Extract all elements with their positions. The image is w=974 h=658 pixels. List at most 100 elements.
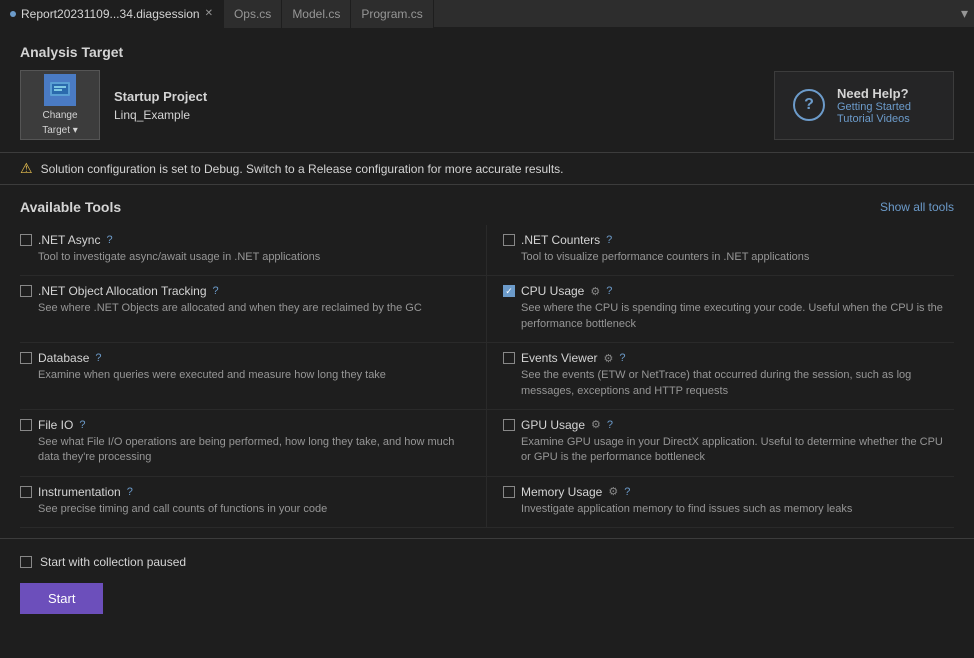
tool-help-icon-memory-usage[interactable]: ? [624, 486, 630, 498]
tool-item-gpu-usage: GPU Usage ⚙ ? Examine GPU usage in your … [487, 410, 954, 477]
tab-model[interactable]: Model.cs [282, 0, 351, 28]
tool-gear-icon[interactable]: ⚙ [590, 285, 600, 298]
tool-desc-events-viewer: See the events (ETW or NetTrace) that oc… [503, 368, 944, 399]
tool-desc-net-async: Tool to investigate async/await usage in… [20, 250, 466, 265]
tab-program-label: Program.cs [361, 7, 422, 21]
tool-desc-net-counters: Tool to visualize performance counters i… [503, 250, 944, 265]
tutorial-videos-link[interactable]: Tutorial Videos [837, 113, 911, 125]
tool-help-icon-net-counters[interactable]: ? [606, 234, 612, 246]
tool-item-net-async: .NET Async ? Tool to investigate async/a… [20, 225, 487, 276]
tool-name-row: Database ? [20, 351, 466, 365]
tool-name-row: .NET Async ? [20, 233, 466, 247]
tool-item-cpu-usage: CPU Usage ⚙ ? See where the CPU is spend… [487, 276, 954, 343]
getting-started-link[interactable]: Getting Started [837, 101, 911, 113]
tools-grid: .NET Async ? Tool to investigate async/a… [0, 225, 974, 528]
tool-desc-instrumentation: See precise timing and call counts of fu… [20, 502, 466, 517]
tool-name-file-io: File IO [38, 418, 73, 432]
tool-help-icon-net-object-alloc[interactable]: ? [213, 285, 219, 297]
tool-help-icon-events-viewer[interactable]: ? [619, 352, 625, 364]
tool-checkbox-database[interactable] [20, 352, 32, 364]
warning-bar: ⚠ Solution configuration is set to Debug… [0, 152, 974, 185]
pause-label: Start with collection paused [40, 555, 186, 569]
tool-help-icon-gpu-usage[interactable]: ? [607, 419, 613, 431]
tool-name-gpu-usage: GPU Usage [521, 418, 585, 432]
tool-item-memory-usage: Memory Usage ⚙ ? Investigate application… [487, 477, 954, 528]
tool-checkbox-cpu-usage[interactable] [503, 285, 515, 297]
tool-desc-gpu-usage: Examine GPU usage in your DirectX applic… [503, 435, 944, 466]
tool-name-events-viewer: Events Viewer [521, 351, 597, 365]
tool-name-row: Memory Usage ⚙ ? [503, 485, 944, 499]
target-label: Target ▾ [42, 125, 78, 136]
tool-checkbox-instrumentation[interactable] [20, 486, 32, 498]
tool-name-row: CPU Usage ⚙ ? [503, 284, 944, 298]
startup-project-label: Startup Project [114, 89, 207, 104]
tool-help-icon-instrumentation[interactable]: ? [127, 486, 133, 498]
startup-project-block: Change Target ▾ Startup Project Linq_Exa… [20, 70, 207, 140]
help-box: ? Need Help? Getting Started Tutorial Vi… [774, 71, 954, 140]
tab-close-icon[interactable]: ✕ [205, 8, 213, 19]
analysis-target-header: Analysis Target [0, 28, 974, 70]
tool-item-instrumentation: Instrumentation ? See precise timing and… [20, 477, 487, 528]
project-icon [44, 74, 76, 106]
tool-checkbox-net-async[interactable] [20, 234, 32, 246]
show-all-tools-link[interactable]: Show all tools [880, 200, 954, 214]
tool-gear-icon[interactable]: ⚙ [603, 352, 613, 365]
tab-dot [10, 11, 16, 17]
tool-gear-icon[interactable]: ⚙ [591, 418, 601, 431]
main-content: Analysis Target Change Target ▾ Startup … [0, 28, 974, 658]
tool-desc-cpu-usage: See where the CPU is spending time execu… [503, 301, 944, 332]
tab-diag[interactable]: Report20231109...34.diagsession ✕ [0, 0, 224, 28]
start-button[interactable]: Start [20, 583, 103, 614]
help-icon: ? [793, 89, 825, 121]
tab-ops-label: Ops.cs [234, 7, 271, 21]
project-info: Startup Project Linq_Example [114, 89, 207, 122]
tool-item-database: Database ? Examine when queries were exe… [20, 343, 487, 410]
tab-scroll-arrow[interactable]: ▾ [955, 5, 974, 22]
tool-checkbox-net-counters[interactable] [503, 234, 515, 246]
tools-header: Available Tools Show all tools [0, 185, 974, 225]
analysis-target-row: Change Target ▾ Startup Project Linq_Exa… [0, 70, 974, 152]
tool-checkbox-gpu-usage[interactable] [503, 419, 515, 431]
tool-name-row: .NET Object Allocation Tracking ? [20, 284, 466, 298]
help-text: Need Help? Getting Started Tutorial Vide… [837, 86, 911, 125]
pause-row: Start with collection paused [20, 555, 954, 569]
tab-model-label: Model.cs [292, 7, 340, 21]
tab-program[interactable]: Program.cs [351, 0, 433, 28]
tool-checkbox-file-io[interactable] [20, 419, 32, 431]
tool-name-row: Instrumentation ? [20, 485, 466, 499]
tool-item-net-object-alloc: .NET Object Allocation Tracking ? See wh… [20, 276, 487, 343]
tool-item-net-counters: .NET Counters ? Tool to visualize perfor… [487, 225, 954, 276]
change-label: Change [42, 110, 77, 121]
tool-name-cpu-usage: CPU Usage [521, 284, 584, 298]
tool-name-row: Events Viewer ⚙ ? [503, 351, 944, 365]
tool-desc-memory-usage: Investigate application memory to find i… [503, 502, 944, 517]
tool-desc-net-object-alloc: See where .NET Objects are allocated and… [20, 301, 466, 316]
tool-help-icon-cpu-usage[interactable]: ? [606, 285, 612, 297]
warning-icon: ⚠ [20, 160, 33, 177]
tool-checkbox-memory-usage[interactable] [503, 486, 515, 498]
tool-help-icon-net-async[interactable]: ? [106, 234, 112, 246]
change-target-button[interactable]: Change Target ▾ [20, 70, 100, 140]
tab-ops[interactable]: Ops.cs [224, 0, 282, 28]
tool-name-net-async: .NET Async [38, 233, 100, 247]
tool-name-row: File IO ? [20, 418, 466, 432]
warning-text: Solution configuration is set to Debug. … [41, 162, 564, 176]
tool-name-instrumentation: Instrumentation [38, 485, 121, 499]
pause-checkbox[interactable] [20, 556, 32, 568]
project-name: Linq_Example [114, 108, 207, 122]
bottom-section: Start with collection paused Start [0, 538, 974, 630]
tool-help-icon-file-io[interactable]: ? [79, 419, 85, 431]
tool-name-memory-usage: Memory Usage [521, 485, 602, 499]
tool-name-net-counters: .NET Counters [521, 233, 600, 247]
tool-checkbox-events-viewer[interactable] [503, 352, 515, 364]
help-title: Need Help? [837, 86, 911, 101]
tool-help-icon-database[interactable]: ? [95, 352, 101, 364]
tool-desc-database: Examine when queries were executed and m… [20, 368, 466, 383]
tab-bar: Report20231109...34.diagsession ✕ Ops.cs… [0, 0, 974, 28]
tool-desc-file-io: See what File I/O operations are being p… [20, 435, 466, 466]
tool-gear-icon[interactable]: ⚙ [608, 485, 618, 498]
tab-diag-label: Report20231109...34.diagsession [21, 7, 200, 21]
tool-checkbox-net-object-alloc[interactable] [20, 285, 32, 297]
tool-name-row: GPU Usage ⚙ ? [503, 418, 944, 432]
tool-name-database: Database [38, 351, 89, 365]
